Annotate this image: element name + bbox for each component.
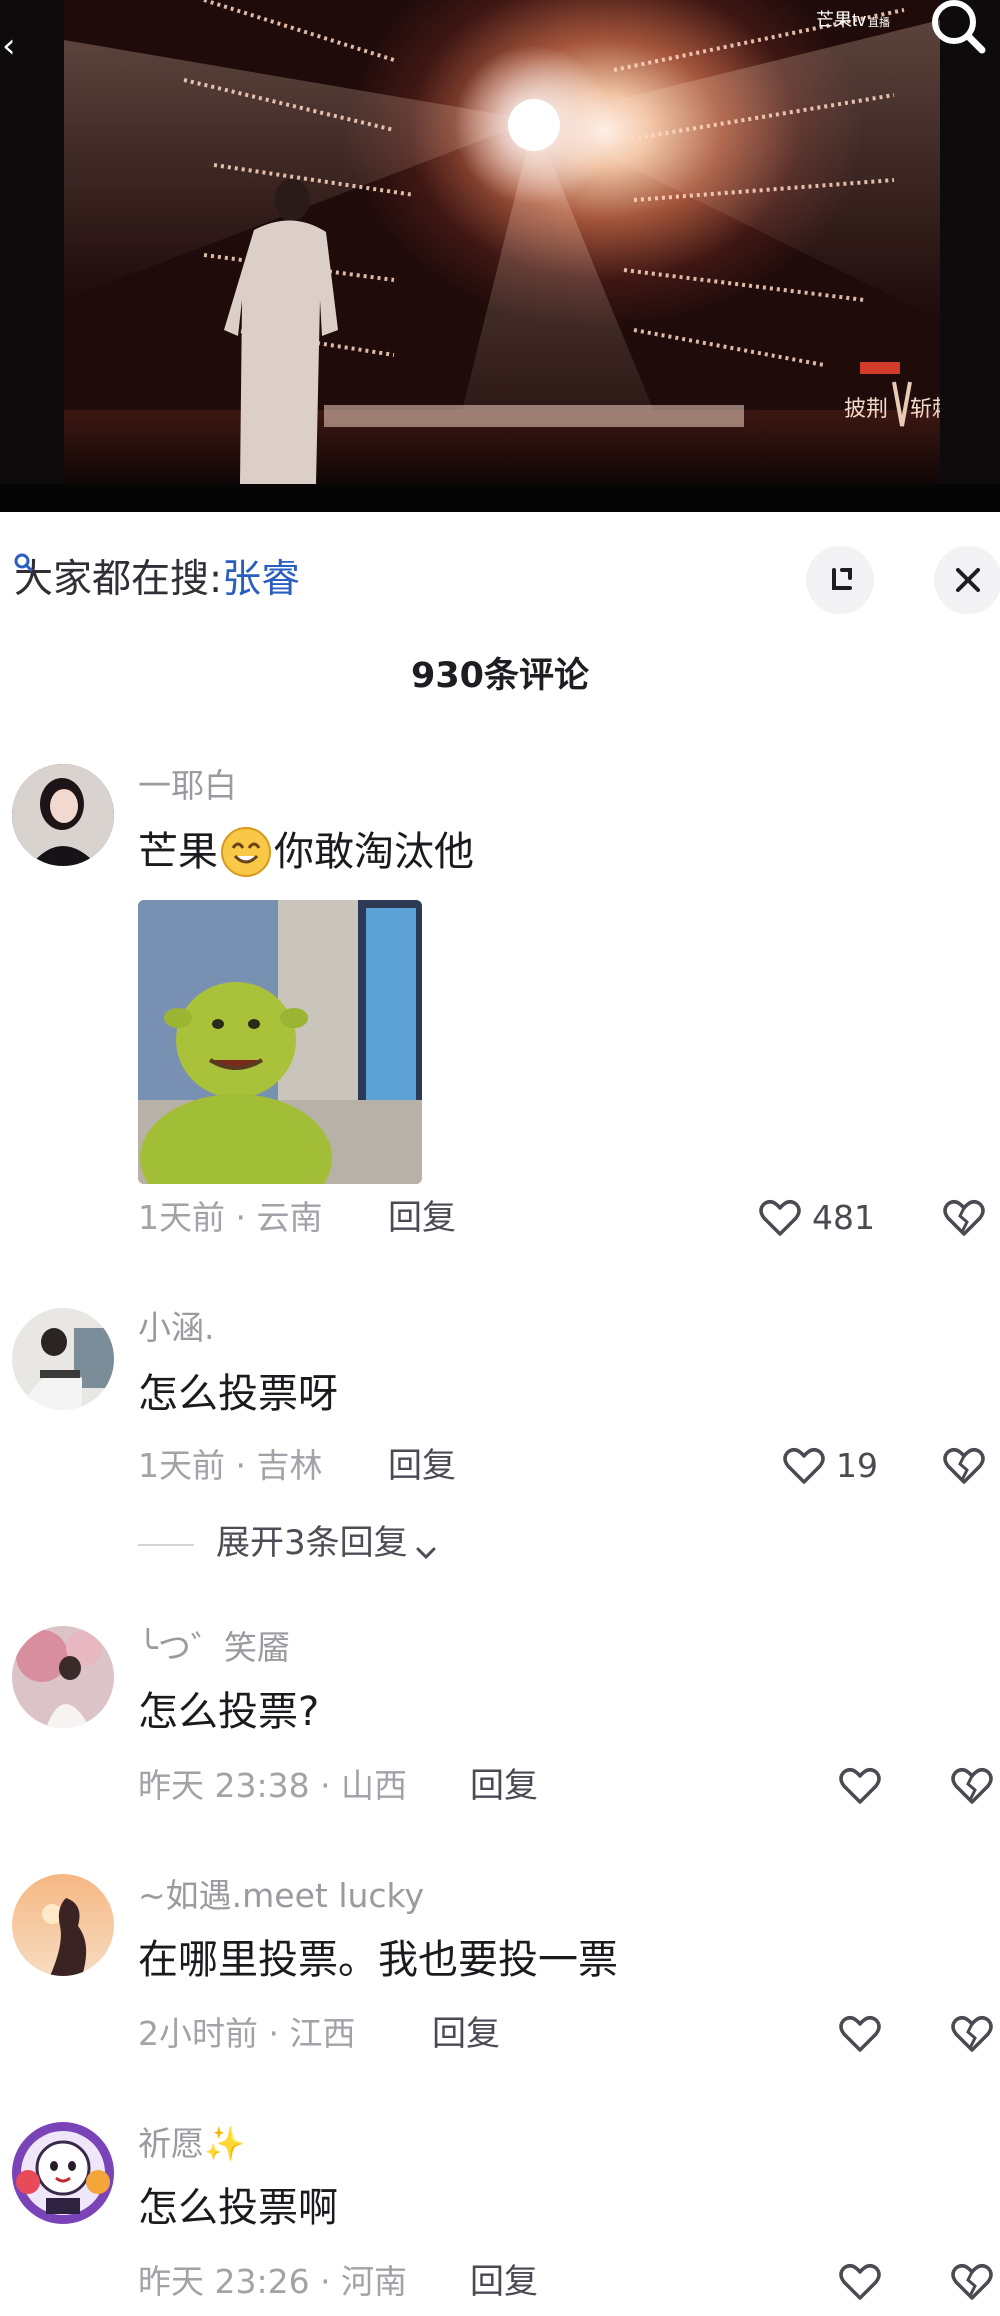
- close-icon: [956, 568, 980, 592]
- comment-count: 930条评论: [410, 656, 590, 696]
- comment-meta: 1天前 · 吉林: [138, 1446, 323, 1485]
- close-button[interactable]: [934, 546, 1000, 614]
- comment-text-part: 芒果: [138, 829, 218, 875]
- broken-heart-icon: [943, 1448, 985, 1484]
- like-count: 19: [836, 1446, 878, 1485]
- reply-button[interactable]: 回复: [470, 1762, 538, 1810]
- broken-heart-icon: [943, 1200, 985, 1236]
- comment-meta: 昨天 23:38 · 山西: [138, 1766, 408, 1805]
- like-button[interactable]: 19: [780, 1442, 880, 1490]
- like-button[interactable]: 481: [756, 1194, 876, 1242]
- avatar[interactable]: [12, 764, 114, 866]
- comment-gif-image[interactable]: [138, 900, 422, 1184]
- comment-username-text: 祈愿: [138, 2124, 204, 2163]
- search-icon: [932, 0, 986, 54]
- comment-username[interactable]: 祈愿✨: [138, 2122, 245, 2166]
- dislike-button[interactable]: [948, 2010, 996, 2058]
- broken-heart-icon: [951, 1768, 993, 1804]
- dislike-button[interactable]: [948, 1762, 996, 1810]
- back-icon: ‹: [2, 26, 16, 66]
- search-keyword-link[interactable]: 张睿: [222, 557, 300, 602]
- dislike-button[interactable]: [948, 2258, 996, 2306]
- comment-username[interactable]: ╰つ゛笑靥: [138, 1626, 290, 1670]
- heart-icon: [783, 1448, 825, 1484]
- reply-button[interactable]: 回复: [470, 2258, 538, 2306]
- like-button[interactable]: [836, 1762, 884, 1810]
- broken-heart-icon: [951, 2016, 993, 2052]
- avatar[interactable]: [12, 2122, 114, 2224]
- expand-icon: [832, 568, 852, 590]
- broken-heart-icon: [951, 2264, 993, 2300]
- comment-text: 怎么投票呀: [138, 1371, 338, 1417]
- comment-text: 怎么投票?: [138, 1689, 320, 1735]
- search-hint[interactable]: 大家都在搜:张睿: [14, 552, 302, 608]
- comment-meta: 1天前 · 云南: [138, 1198, 323, 1237]
- platform-logo-text: 芒果tv: [816, 10, 867, 30]
- sparkles-icon: ✨: [204, 2124, 246, 2163]
- platform-logo-sub: 直播: [868, 17, 891, 29]
- heart-icon: [839, 2264, 881, 2300]
- svg-text:披荆: 披荆: [844, 397, 888, 422]
- comment-username[interactable]: ~如遇.meet lucky: [138, 1874, 424, 1918]
- avatar[interactable]: [12, 1874, 114, 1976]
- chevron-down-icon: [412, 1531, 440, 1559]
- video-frame: 披荆 斩棘: [64, 0, 940, 484]
- expand-replies-button[interactable]: 展开3条回复: [138, 1518, 440, 1568]
- avatar[interactable]: [12, 1626, 114, 1728]
- video-player[interactable]: 披荆 斩棘 ‹ 芒果tv 直播: [0, 0, 1000, 512]
- comment-text: 芒果 你敢淘汰他: [138, 824, 474, 880]
- shrek-gif-icon: [138, 900, 422, 1184]
- comment-username[interactable]: 一耶白: [138, 764, 237, 808]
- search-suggestion-bar: 大家都在搜:张睿: [0, 512, 1000, 662]
- dislike-button[interactable]: [940, 1194, 988, 1242]
- divider: [138, 1543, 194, 1546]
- expand-replies-label: 展开3条回复: [216, 1523, 408, 1563]
- comment-text: 在哪里投票。我也要投一票: [138, 1937, 618, 1983]
- like-button[interactable]: [836, 2258, 884, 2306]
- reply-button[interactable]: 回复: [388, 1194, 456, 1242]
- like-button[interactable]: [836, 2010, 884, 2058]
- comment-meta: 2小时前 · 江西: [138, 2014, 356, 2053]
- comment-text: 怎么投票啊: [138, 2185, 338, 2231]
- reply-button[interactable]: 回复: [432, 2010, 500, 2058]
- platform-logo: 芒果tv 直播: [816, 6, 890, 32]
- reply-button[interactable]: 回复: [388, 1442, 456, 1490]
- video-search-button[interactable]: [924, 0, 990, 56]
- expand-button[interactable]: [806, 546, 874, 614]
- search-hint-prefix: 大家都在搜:: [14, 557, 223, 602]
- smile-emoji-icon: [218, 824, 274, 880]
- avatar[interactable]: [12, 1308, 114, 1410]
- show-logo-icon: 披荆 斩棘: [844, 362, 940, 427]
- comment-meta: 昨天 23:26 · 河南: [138, 2262, 408, 2301]
- comment-text-part: 你敢淘汰他: [274, 829, 474, 875]
- stage-scene: [64, 0, 940, 484]
- svg-text:斩棘: 斩棘: [910, 397, 940, 422]
- back-button[interactable]: ‹: [2, 26, 22, 66]
- comment-username[interactable]: 小涵.: [138, 1306, 215, 1350]
- video-bottom-bar: [0, 484, 1000, 512]
- heart-icon: [839, 2016, 881, 2052]
- heart-icon: [839, 1768, 881, 1804]
- like-count: 481: [812, 1198, 875, 1237]
- heart-icon: [759, 1200, 801, 1236]
- dislike-button[interactable]: [940, 1442, 988, 1490]
